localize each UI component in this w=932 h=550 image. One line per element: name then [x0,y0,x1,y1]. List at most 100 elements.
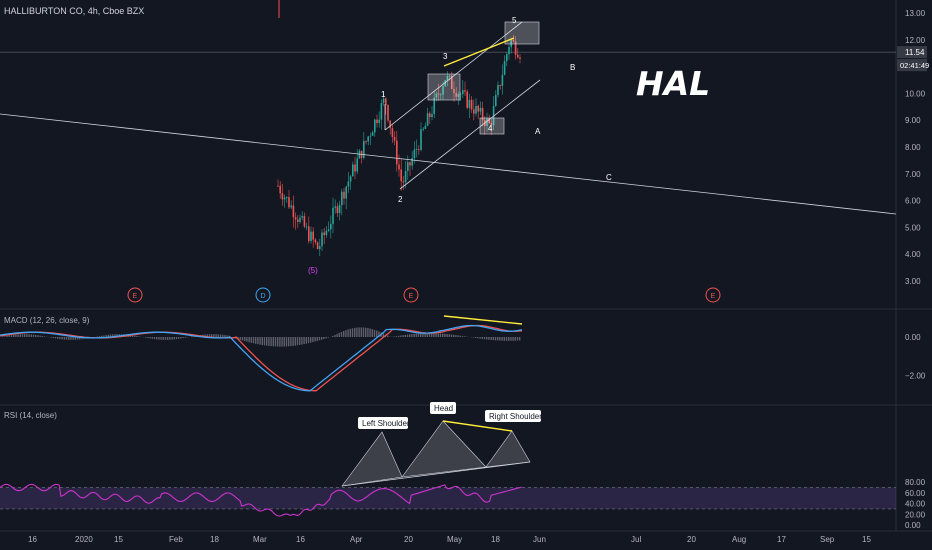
candle-body [279,185,281,194]
macd-hist-bar [219,334,222,337]
macd-hist-bar [323,337,325,340]
macd-hist-bar [178,337,180,339]
candle-body [367,136,369,142]
macd-hist-bar [321,337,323,340]
candle-body [402,181,405,183]
macd-hist-bar [347,329,349,337]
candle-body [506,54,508,62]
candle-body [462,90,464,95]
macd-hist-bar [376,330,378,337]
candle-body [501,74,504,86]
rsi-tick-label: 0.00 [905,521,921,530]
macd-hist-bar [508,337,510,341]
chart-canvas[interactable]: 13.0012.0011.0010.009.008.007.006.005.00… [0,0,932,550]
candle-body [292,205,295,218]
candle-body [391,128,394,138]
candle-body [294,217,297,220]
macd-hist-bar [492,337,494,341]
price-tick-label: 12.00 [905,36,926,45]
candle-body [479,107,482,112]
candle-body [475,105,477,114]
macd-title: MACD (12, 26, close, 9) [4,316,90,325]
candle-body [464,90,466,92]
macd-hist-bar [422,333,424,337]
macd-hist-bar [257,337,259,345]
current-price-label: 11.54 [905,48,925,57]
macd-hist-bar [349,328,351,337]
macd-hist-bar [266,337,268,346]
candle-body [393,137,396,141]
candle-body [349,176,352,182]
macd-hist-bar [510,337,512,341]
macd-hist-bar [63,337,65,340]
right-shoulder-shape [485,430,531,468]
macd-hist-bar [409,334,411,337]
macd-hist-bar [246,337,248,342]
price-tick-label: 7.00 [905,170,921,179]
wave-label-2: 2 [398,195,403,204]
macd-hist-bar [314,337,316,342]
candle-body [363,140,365,158]
candle-body [499,85,501,86]
time-tick-label: Aug [732,535,746,544]
candle-body [358,150,361,159]
candle-body [409,162,411,166]
macd-hist-bar [516,337,519,341]
macd-hist-bar [17,334,19,337]
macd-hist-bar [413,333,415,337]
macd-hist-bar [336,333,338,337]
macd-hist-bar [285,337,288,347]
macd-hist-bar [169,337,171,340]
macd-hist-bar [6,335,8,337]
candle-body [503,61,506,75]
candle-body [352,164,354,177]
candle-body [323,232,325,236]
macd-hist-bar [72,337,74,340]
macd-hist-bar [50,337,52,338]
candle-body [319,246,321,250]
event-marker-label: E [133,293,138,300]
macd-hist-bar [15,334,17,337]
macd-hist-bar [459,335,461,337]
candle-body [286,197,288,198]
macd-hist-bar [255,337,257,344]
candle-body [354,164,356,172]
event-marker-label: E [711,293,716,300]
macd-hist-bar [239,337,241,340]
macd-hist-bar [138,336,140,337]
candles-group [277,34,521,256]
macd-hist-bar [477,337,479,339]
rsi-tick-label: 80.00 [905,478,926,487]
macd-hist-bar [268,337,270,346]
candle-body [378,119,380,123]
candle-body [473,109,475,114]
macd-hist-bar [362,327,365,337]
macd-tick-label: −2.00 [905,371,926,380]
price-tick-label: 4.00 [905,250,921,259]
macd-hist-bar [263,337,266,346]
macd-hist-bar [351,328,354,337]
macd-hist-bar [30,334,32,337]
macd-hist-bar [43,336,46,337]
macd-hist-bar [305,337,307,344]
candle-body [422,128,424,130]
wave-label-4: 4 [488,124,493,133]
candle-body [426,113,429,126]
rsi-title: RSI (14, close) [4,411,57,420]
candle-body [371,132,374,136]
price-tick-label: 6.00 [905,197,921,206]
macd-hist-bar [294,337,296,346]
macd-hist-bar [334,334,336,337]
macd-hist-bar [281,337,283,347]
candle-body [382,98,385,103]
macd-hist-bar [499,337,501,341]
macd-hist-bar [514,337,516,341]
macd-hist-bar [279,337,281,347]
macd-hist-bar [435,333,437,337]
price-tick-label: 9.00 [905,116,921,125]
symbol-title: HALLIBURTON CO, 4h, Cboe BZX [4,6,145,16]
candle-body [508,47,510,55]
time-tick-label: 2020 [75,535,93,544]
macd-hist-bar [358,327,360,337]
time-tick-label: 18 [491,535,500,544]
